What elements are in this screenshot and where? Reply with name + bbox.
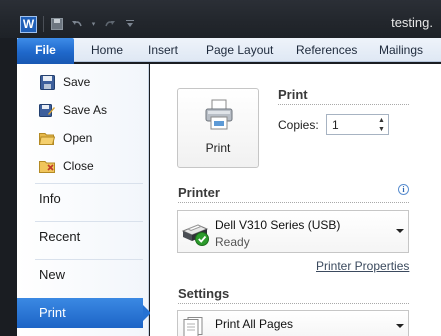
title-bar: W ▾ testing. (0, 0, 441, 38)
nav-tab-recent[interactable]: Recent (17, 222, 148, 252)
tab-mailings[interactable]: Mailings (379, 43, 423, 57)
folder-open-icon (39, 130, 55, 146)
quick-access-toolbar: W ▾ (20, 14, 137, 34)
info-icon[interactable]: i (398, 184, 409, 195)
folder-close-icon (39, 158, 55, 174)
redo-icon[interactable] (103, 17, 117, 31)
print-range-value: Print All Pages (215, 317, 294, 331)
customize-qat-icon[interactable] (123, 17, 137, 31)
pages-icon (182, 317, 206, 336)
save-label: Save (63, 75, 91, 89)
copies-value: 1 (332, 118, 339, 132)
undo-icon[interactable] (70, 17, 84, 31)
save-as-label: Save As (63, 103, 108, 117)
print-range-dropdown[interactable]: Print All Pages (177, 310, 409, 336)
section-divider (178, 202, 409, 203)
save-icon (39, 74, 55, 90)
save-icon[interactable] (50, 17, 64, 31)
section-divider (278, 104, 409, 105)
printer-status: Ready (215, 235, 250, 249)
section-divider (178, 303, 409, 304)
printer-icon (205, 99, 233, 134)
chevron-down-icon (396, 324, 404, 328)
printer-section-title: Printer (178, 185, 220, 200)
print-button-label: Print (205, 141, 231, 155)
ribbon-tab-row: Home Insert Page Layout References Maili… (17, 38, 441, 62)
print-button[interactable]: Print (177, 88, 259, 168)
nav-tab-print[interactable]: Print (17, 298, 151, 328)
save-as-icon (39, 102, 55, 118)
printer-name: Dell V310 Series (USB) (215, 218, 341, 232)
tab-page-layout[interactable]: Page Layout (206, 43, 273, 57)
print-section-title: Print (278, 87, 308, 102)
printer-dropdown[interactable]: Dell V310 Series (USB) Ready (177, 210, 409, 253)
copies-stepper[interactable]: 1 ▲ ▼ (326, 114, 389, 135)
chevron-down-icon (396, 229, 404, 233)
close-command[interactable]: Close (17, 155, 148, 177)
tab-references[interactable]: References (296, 43, 357, 57)
open-command[interactable]: Open (17, 127, 148, 149)
settings-section-title: Settings (178, 286, 230, 301)
nav-tab-info[interactable]: Info (17, 184, 148, 214)
nav-tab-new[interactable]: New (17, 260, 148, 290)
spin-down-icon[interactable]: ▼ (377, 125, 386, 133)
tab-file[interactable]: File (17, 38, 74, 64)
save-as-command[interactable]: Save As (17, 99, 148, 121)
word-app-icon[interactable]: W (20, 15, 37, 33)
tab-insert[interactable]: Insert (148, 43, 178, 57)
spin-up-icon[interactable]: ▲ (377, 116, 386, 124)
document-title: testing. (391, 15, 433, 30)
backstage-nav: Save Save As Open Close Info Recent New … (17, 64, 151, 336)
save-command[interactable]: Save (17, 71, 148, 93)
printer-properties-link[interactable]: Printer Properties (316, 259, 409, 273)
open-label: Open (63, 131, 93, 145)
tab-home[interactable]: Home (91, 43, 123, 57)
close-label: Close (63, 159, 94, 173)
chevron-down-icon[interactable]: ▾ (90, 17, 97, 31)
copies-label: Copies: (278, 118, 319, 132)
printer-ready-icon (180, 217, 212, 250)
qat-separator (43, 16, 44, 32)
